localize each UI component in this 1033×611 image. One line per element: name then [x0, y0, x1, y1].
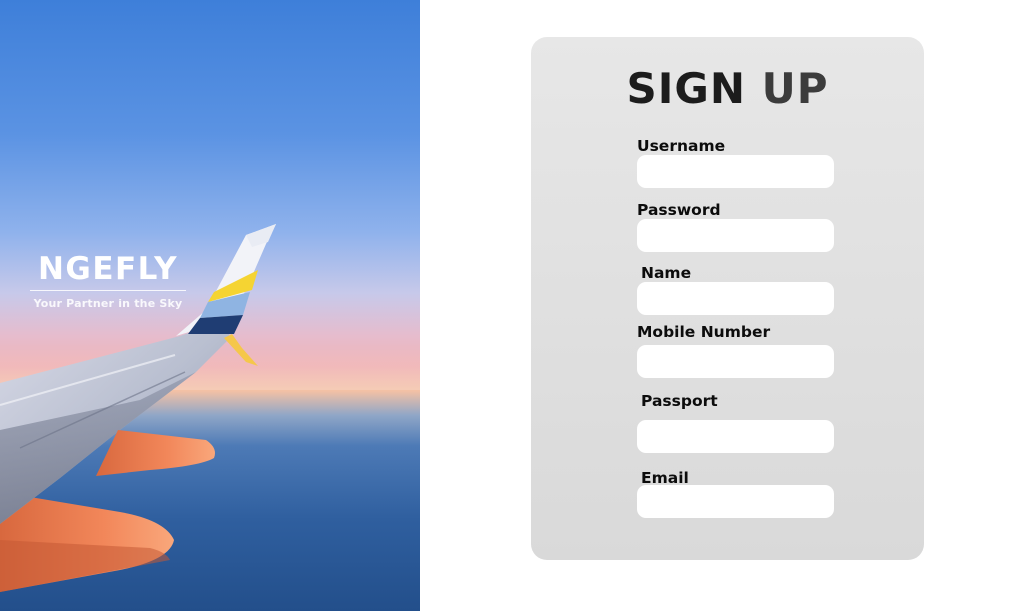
- title-word-up: UP: [761, 64, 829, 113]
- signup-page: NGEFLY Your Partner in the Sky SIGN UP U…: [0, 0, 1033, 611]
- password-label: Password: [637, 201, 721, 219]
- name-field-group: Name: [637, 264, 837, 316]
- passport-field-group: Passport: [637, 392, 837, 454]
- mobile-number-label: Mobile Number: [637, 323, 771, 341]
- brand-divider: [30, 290, 186, 291]
- password-input[interactable]: [637, 219, 834, 252]
- passport-input[interactable]: [637, 420, 834, 453]
- name-label: Name: [641, 264, 692, 282]
- username-label: Username: [637, 137, 726, 155]
- mobile-number-input[interactable]: [637, 345, 834, 378]
- title-word-sign: SIGN: [626, 64, 746, 113]
- brand-tagline: Your Partner in the Sky: [33, 297, 183, 310]
- hero-image: NGEFLY Your Partner in the Sky: [0, 0, 420, 611]
- signup-form-card: SIGN UP Username Password Name Mobile Nu…: [531, 37, 924, 560]
- passport-label: Passport: [641, 392, 718, 410]
- name-input[interactable]: [637, 282, 834, 315]
- page-title: SIGN UP: [531, 61, 924, 117]
- brand-block: NGEFLY Your Partner in the Sky: [30, 250, 186, 310]
- brand-logo-text: NGEFLY: [37, 251, 179, 287]
- username-input[interactable]: [637, 155, 834, 188]
- mobile-number-field-group: Mobile Number: [637, 323, 837, 379]
- email-field-group: Email: [637, 469, 837, 519]
- email-input[interactable]: [637, 485, 834, 518]
- password-field-group: Password: [637, 201, 837, 253]
- username-field-group: Username: [637, 137, 837, 189]
